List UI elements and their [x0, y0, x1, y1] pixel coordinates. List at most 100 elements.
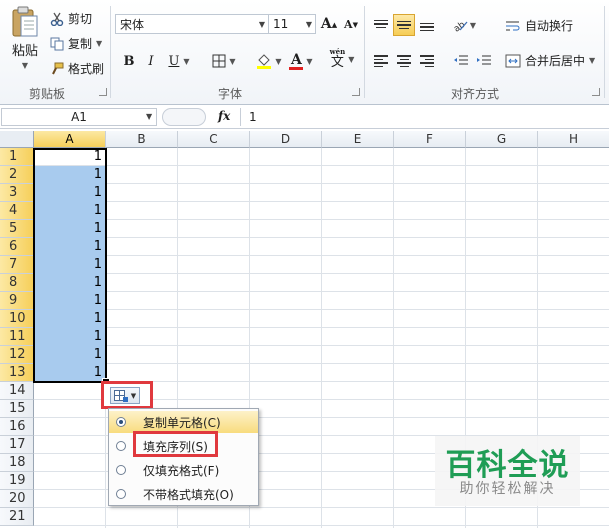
- decrease-indent-button[interactable]: [450, 50, 472, 72]
- cell-a13[interactable]: 1: [34, 364, 106, 382]
- gridline: [34, 291, 609, 292]
- chevron-down-icon[interactable]: ▼: [589, 56, 595, 65]
- cell-a2[interactable]: 1: [34, 166, 106, 184]
- font-launcher-icon[interactable]: [352, 88, 360, 96]
- row-header-5[interactable]: 5: [0, 220, 34, 238]
- cell-a3[interactable]: 1: [34, 184, 106, 202]
- chevron-down-icon[interactable]: ▼: [146, 112, 152, 121]
- radio-icon[interactable]: [116, 489, 126, 499]
- autofill-menu-item[interactable]: 仅填充格式(F): [109, 459, 258, 481]
- cell-a11[interactable]: 1: [34, 328, 106, 346]
- align-middle-button[interactable]: [393, 14, 415, 36]
- italic-button[interactable]: I: [140, 50, 162, 72]
- row-header-1[interactable]: 1: [0, 148, 34, 166]
- column-header-a[interactable]: A: [34, 131, 106, 148]
- row-header-6[interactable]: 6: [0, 238, 34, 256]
- paste-button[interactable]: 粘贴 ▼: [8, 6, 42, 70]
- column-header-e[interactable]: E: [322, 131, 394, 148]
- select-all-corner[interactable]: [0, 131, 34, 148]
- phonetic-button[interactable]: wén 文 ▼: [326, 48, 358, 70]
- align-right-button[interactable]: [416, 50, 438, 72]
- row-header-9[interactable]: 9: [0, 292, 34, 310]
- align-left-button[interactable]: [370, 50, 392, 72]
- column-header-h[interactable]: H: [538, 131, 609, 148]
- fill-color-button[interactable]: ▼: [252, 50, 286, 72]
- radio-icon[interactable]: [116, 441, 126, 451]
- fx-icon[interactable]: fx: [218, 109, 230, 123]
- cell-a6[interactable]: 1: [34, 238, 106, 256]
- name-box[interactable]: A1: [1, 108, 157, 126]
- row-header-19[interactable]: 19: [0, 472, 34, 490]
- row-header-10[interactable]: 10: [0, 310, 34, 328]
- orientation-button[interactable]: ab ▼: [448, 14, 480, 36]
- increase-indent-icon: [476, 54, 492, 68]
- grow-font-button[interactable]: A ▲: [318, 13, 340, 35]
- increase-indent-button[interactable]: [473, 50, 495, 72]
- borders-button[interactable]: ▼: [208, 50, 240, 72]
- column-header-f[interactable]: F: [394, 131, 466, 148]
- clipboard-launcher-icon[interactable]: [99, 88, 107, 96]
- align-bottom-button[interactable]: [416, 16, 438, 38]
- alignment-launcher-icon[interactable]: [592, 88, 600, 96]
- font-color-button[interactable]: A ▼: [285, 50, 317, 72]
- paste-label: 粘贴: [11, 44, 38, 59]
- gridline: [34, 201, 609, 202]
- cell-a8[interactable]: 1: [34, 274, 106, 292]
- row-header-21[interactable]: 21: [0, 508, 34, 526]
- row-header-12[interactable]: 12: [0, 346, 34, 364]
- text-angle-icon: ab: [452, 18, 468, 32]
- row-header-18[interactable]: 18: [0, 454, 34, 472]
- radio-icon[interactable]: [116, 465, 126, 475]
- merge-center-button[interactable]: 合并后居中 ▼: [505, 52, 595, 69]
- autofill-menu-item[interactable]: 不带格式填充(O): [109, 483, 258, 505]
- cell-a10[interactable]: 1: [34, 310, 106, 328]
- row-header-17[interactable]: 17: [0, 436, 34, 454]
- wrap-text-button[interactable]: 自动换行: [505, 17, 573, 34]
- row-header-7[interactable]: 7: [0, 256, 34, 274]
- column-header-d[interactable]: D: [250, 131, 322, 148]
- row-header-16[interactable]: 16: [0, 418, 34, 436]
- row-header-11[interactable]: 11: [0, 328, 34, 346]
- chevron-down-icon: ▼: [469, 20, 477, 30]
- font-size-select[interactable]: 11 ▼: [268, 14, 316, 34]
- merge-cells-icon: [505, 54, 521, 68]
- row-header-13[interactable]: 13: [0, 364, 34, 382]
- row-header-14[interactable]: 14: [0, 382, 34, 400]
- cell-a4[interactable]: 1: [34, 202, 106, 220]
- row-header-20[interactable]: 20: [0, 490, 34, 508]
- format-painter-button[interactable]: 格式刷: [50, 60, 104, 77]
- autofill-menu-item[interactable]: 复制单元格(C): [109, 411, 258, 433]
- column-header-g[interactable]: G: [466, 131, 538, 148]
- autofill-options-button[interactable]: ▼: [101, 381, 153, 409]
- cut-button[interactable]: 剪切: [50, 10, 92, 27]
- copy-button[interactable]: 复制 ▼: [50, 35, 102, 52]
- wrap-text-icon: [505, 19, 521, 33]
- formula-bar-expander[interactable]: [162, 108, 206, 126]
- row-header-3[interactable]: 3: [0, 184, 34, 202]
- radio-icon[interactable]: [116, 417, 126, 427]
- row-header-8[interactable]: 8: [0, 274, 34, 292]
- cell-a7[interactable]: 1: [34, 256, 106, 274]
- row-header-4[interactable]: 4: [0, 202, 34, 220]
- cell-a1[interactable]: 1: [34, 148, 106, 166]
- paste-dropdown-icon[interactable]: ▼: [22, 61, 28, 70]
- autofill-options-inner[interactable]: ▼: [110, 387, 140, 404]
- shrink-font-button[interactable]: A ▼: [340, 13, 362, 35]
- align-center-button[interactable]: [393, 50, 415, 72]
- align-top-button[interactable]: [370, 14, 392, 36]
- shrink-font-label: A: [344, 17, 353, 31]
- chevron-down-icon: ▼: [348, 54, 355, 64]
- formula-input[interactable]: 1: [240, 108, 608, 126]
- cell-a12[interactable]: 1: [34, 346, 106, 364]
- row-header-15[interactable]: 15: [0, 400, 34, 418]
- copy-dropdown-icon[interactable]: ▼: [96, 39, 102, 48]
- autofill-grid-icon: [113, 389, 128, 402]
- bold-button[interactable]: B: [118, 50, 140, 72]
- row-header-2[interactable]: 2: [0, 166, 34, 184]
- cell-a5[interactable]: 1: [34, 220, 106, 238]
- font-name-select[interactable]: 宋体 ▼: [115, 14, 269, 34]
- cell-a9[interactable]: 1: [34, 292, 106, 310]
- column-header-b[interactable]: B: [106, 131, 178, 148]
- underline-button[interactable]: U ▼: [164, 50, 194, 72]
- column-header-c[interactable]: C: [178, 131, 250, 148]
